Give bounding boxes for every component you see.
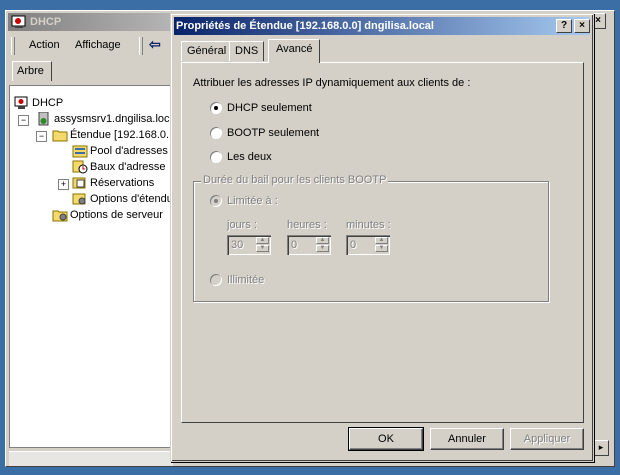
label-limited: Limitée à : <box>227 195 278 207</box>
apply-button[interactable]: Appliquer <box>510 428 584 450</box>
tree-item-dhcp[interactable]: DHCP <box>14 96 63 110</box>
tree-label-scope-options: Options d'étendu <box>90 192 173 205</box>
tree-item-pool[interactable]: Pool d'adresses <box>72 144 168 158</box>
tab-avance[interactable]: Avancé <box>268 39 320 63</box>
label-bootp-only[interactable]: BOOTP seulement <box>227 127 319 139</box>
minutes-value: 0 <box>350 239 357 251</box>
spin-up-icon[interactable]: ▲ <box>375 237 388 244</box>
tree-item-reservations[interactable]: Réservations <box>72 176 154 190</box>
folder-icon <box>52 130 68 142</box>
right-edge-controls: ▸ <box>593 35 613 465</box>
spin-down-icon[interactable]: ▼ <box>375 245 388 252</box>
spin-down-icon[interactable]: ▼ <box>256 245 269 252</box>
tree-label-pool: Pool d'adresses <box>90 144 168 157</box>
radio-both[interactable] <box>210 151 222 163</box>
toolbar-grip-2 <box>139 37 143 55</box>
mmc-menubar: Action Affichage ⇦ <box>9 35 173 57</box>
tree-label-scope: Étendue [192.168.0. <box>70 128 170 141</box>
assign-label: Attribuer les adresses IP dynamiquement … <box>193 77 471 89</box>
toolbar-grip <box>11 37 15 55</box>
advanced-panel: Attribuer les adresses IP dynamiquement … <box>181 62 584 423</box>
label-hours: heures : <box>287 219 327 231</box>
menu-affichage[interactable]: Affichage <box>75 39 121 51</box>
leases-icon <box>72 160 88 174</box>
tree-label-dhcp: DHCP <box>32 96 64 109</box>
minutes-spinbox[interactable]: 0 ▲ ▼ <box>346 235 390 255</box>
reservations-icon <box>72 177 86 189</box>
tree-item-scope[interactable]: Étendue [192.168.0. <box>52 128 169 142</box>
ok-button[interactable]: OK <box>348 427 424 451</box>
days-value: 30 <box>231 239 244 251</box>
expand-icon[interactable]: + <box>58 179 69 190</box>
tree-label-leases: Baux d'adresse <box>90 160 166 173</box>
tree-label-reservations: Réservations <box>90 176 155 189</box>
bootp-lease-legend: Durée du bail pour les clients BOOTP <box>201 174 389 186</box>
scope-properties-dialog: Propriétés de Étendue [192.168.0.0] dngi… <box>170 13 594 462</box>
dhcp-app-icon <box>11 15 26 28</box>
label-minutes: minutes : <box>346 219 391 231</box>
tab-general[interactable]: Général <box>181 41 233 61</box>
collapse-icon[interactable]: − <box>36 131 47 142</box>
tree-label-server-options: Options de serveur <box>70 208 163 221</box>
cancel-button[interactable]: Annuler <box>430 428 504 450</box>
radio-bootp-only[interactable] <box>210 127 222 139</box>
server-options-icon <box>52 210 68 222</box>
bootp-lease-groupbox: Durée du bail pour les clients BOOTP Lim… <box>193 174 549 302</box>
tab-dns[interactable]: DNS <box>229 41 265 61</box>
label-unlimited: Illimitée <box>227 274 265 286</box>
label-days: jours : <box>227 219 257 231</box>
collapse-icon[interactable]: − <box>18 115 29 126</box>
tab-arbre[interactable]: Arbre <box>12 61 52 81</box>
back-arrow-icon[interactable]: ⇦ <box>149 36 161 53</box>
tree-item-server[interactable]: assysmsrv1.dngilisa.loca <box>36 112 173 126</box>
tree-scrollbar[interactable] <box>9 451 173 466</box>
scroll-right-icon[interactable]: ▸ <box>593 440 609 456</box>
spin-down-icon[interactable]: ▼ <box>316 245 329 252</box>
radio-limited[interactable] <box>210 195 222 207</box>
radio-dhcp-only[interactable] <box>210 102 222 114</box>
menu-action[interactable]: Action <box>29 39 60 51</box>
tree-item-scope-options[interactable]: Options d'étendu <box>72 192 173 206</box>
mmc-titlebar[interactable]: DHCP <box>8 13 172 31</box>
help-button[interactable]: ? <box>556 19 572 33</box>
tree-item-leases[interactable]: Baux d'adresse <box>72 160 165 174</box>
console-tree: DHCP − assysmsrv1.dngilisa.loca − Étendu… <box>9 85 173 448</box>
mmc-title: DHCP <box>30 16 62 28</box>
dialog-title: Propriétés de Étendue [192.168.0.0] dngi… <box>176 20 434 32</box>
tree-item-server-options[interactable]: Options de serveur <box>52 208 163 222</box>
server-icon <box>38 112 49 126</box>
days-spinbox[interactable]: 30 ▲ ▼ <box>227 235 271 255</box>
label-both[interactable]: Les deux <box>227 151 272 163</box>
tree-label-server: assysmsrv1.dngilisa.loca <box>54 112 173 125</box>
spin-up-icon[interactable]: ▲ <box>256 237 269 244</box>
dhcp-icon <box>14 96 28 109</box>
address-pool-icon <box>72 145 88 158</box>
radio-unlimited[interactable] <box>210 274 222 286</box>
hours-spinbox[interactable]: 0 ▲ ▼ <box>287 235 331 255</box>
left-tabs: Arbre <box>9 59 173 85</box>
hours-value: 0 <box>291 239 298 251</box>
close-button[interactable]: × <box>574 19 590 33</box>
label-dhcp-only[interactable]: DHCP seulement <box>227 102 312 114</box>
dialog-titlebar[interactable]: Propriétés de Étendue [192.168.0.0] dngi… <box>174 17 590 35</box>
spin-up-icon[interactable]: ▲ <box>316 237 329 244</box>
options-icon <box>72 193 86 205</box>
